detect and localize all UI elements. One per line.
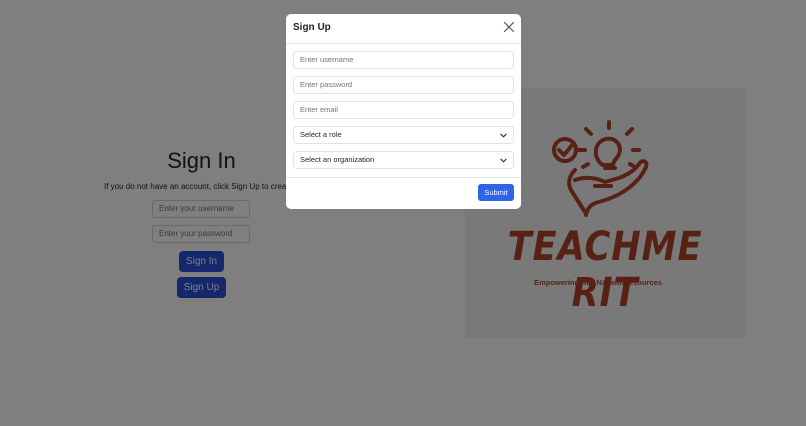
- chevron-down-icon: [500, 133, 507, 138]
- organization-select-value: Select an organization: [300, 155, 375, 164]
- signup-password-field[interactable]: Enter password: [293, 76, 514, 94]
- modal-header: Sign Up: [286, 14, 521, 44]
- sign-up-modal: Sign Up Enter username Enter password En…: [286, 14, 521, 209]
- chevron-down-icon: [500, 158, 507, 163]
- role-select[interactable]: Select a role: [293, 126, 514, 144]
- submit-button[interactable]: Submit: [478, 184, 514, 201]
- signup-username-field[interactable]: Enter username: [293, 51, 514, 69]
- modal-footer: Submit: [286, 177, 521, 210]
- signup-email-field[interactable]: Enter email: [293, 101, 514, 119]
- organization-select[interactable]: Select an organization: [293, 151, 514, 169]
- role-select-value: Select a role: [300, 130, 342, 139]
- modal-title: Sign Up: [293, 22, 331, 33]
- close-icon[interactable]: [503, 21, 515, 33]
